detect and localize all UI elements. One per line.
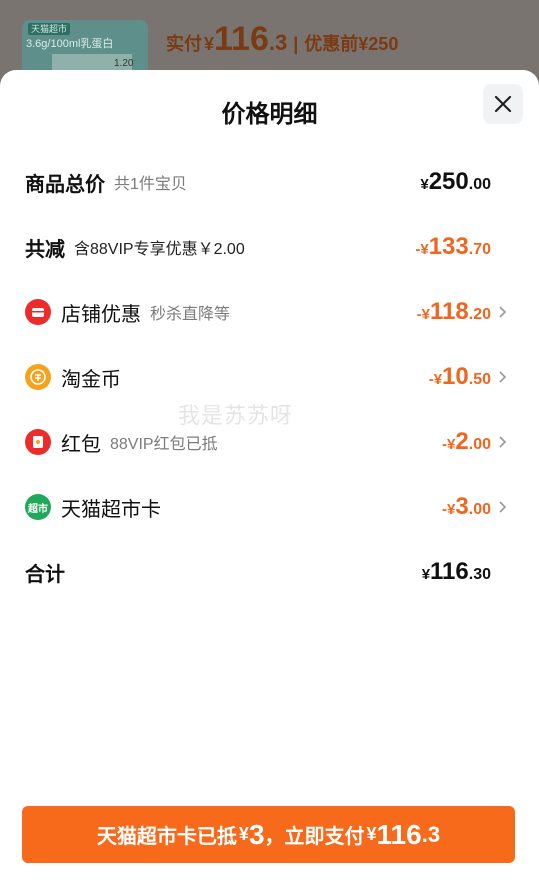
row-sub: 共1件宝贝 [114,176,187,193]
pay-sym2: ¥ [366,824,377,844]
row-sub: 含88VIP专享优惠￥2.00 [74,241,245,258]
chevron-right-icon [499,436,507,448]
row-label: 共减 [25,238,65,261]
background-price: 实付 ¥116.3 | 优惠前¥250 [166,20,398,59]
row-grand-total: 合计 ¥116.30 [25,552,515,592]
gold-coin-icon [25,364,51,390]
row-amount: -¥2.00 [442,428,491,455]
chevron-right-icon [499,501,507,513]
pay-sym1: ¥ [238,824,249,844]
thumbnail-tag: 天猫超市 [28,23,71,35]
sheet-title: 价格明细 [221,101,318,128]
close-icon [494,95,512,113]
pay-prefix: 天猫超市卡已抵 [96,826,237,848]
row-label: 淘金币 [61,368,121,391]
chevron-right-icon [499,371,507,383]
row-label: 店铺优惠 [61,303,141,326]
price-separator: | [293,34,299,54]
row-amount: ¥250.00 [420,168,491,195]
row-label: 商品总价 [25,173,105,196]
pay-deduct: 3 [248,818,265,850]
thumbnail-text: 3.6g/100ml乳蛋白 [26,38,114,50]
row-label: 天猫超市卡 [61,498,161,521]
row-goods-total: 商品总价 共1件宝贝 ¥250.00 [25,162,515,202]
watermark: 我是苏苏呀 [178,403,294,428]
row-label: 红包 [61,433,101,456]
thumbnail-corner-text: 1.20 [114,58,134,69]
pay-button[interactable]: 天猫超市卡已抵 ¥3 ，立即支付 ¥116.3 [22,806,515,863]
row-amount: -¥10.50 [428,363,491,390]
original-amount: ¥250 [358,34,399,54]
row-shop-discount[interactable]: 店铺优惠 秒杀直降等 -¥118.20 [25,292,515,332]
price-detail-sheet: 价格明细 商品总价 共1件宝贝 ¥250.00 共减 含88VIP专享优惠￥2.… [0,70,539,886]
paid-int: 116 [214,20,269,58]
original-label: 优惠前 [304,34,359,54]
paid-dec: .3 [268,30,288,55]
pay-dec: .3 [421,821,441,847]
shop-coupon-icon [25,299,51,325]
pay-int: 116 [376,818,422,850]
row-amount: -¥3.00 [442,493,491,520]
row-label: 合计 [25,563,65,586]
row-amount: -¥133.70 [415,233,491,260]
row-total-discount: 共减 含88VIP专享优惠￥2.00 -¥133.70 [25,227,515,267]
row-amount: -¥118.20 [416,298,491,325]
row-amount: ¥116.30 [421,558,491,585]
red-envelope-icon [25,429,51,455]
supermarket-card-icon: 超市 [25,494,51,520]
chevron-right-icon [499,306,507,318]
pay-middle: ，立即支付 [264,826,365,848]
close-button[interactable] [483,84,523,124]
paid-label: 实付 [166,34,202,54]
paid-currency: ¥ [204,34,215,54]
row-gold-coins[interactable]: 淘金币 -¥10.50 [25,357,515,397]
row-sub: 88VIP红包已抵 [110,436,218,453]
row-sub: 秒杀直降等 [150,306,231,323]
row-supermarket-card[interactable]: 超市 天猫超市卡 -¥3.00 [25,487,515,527]
